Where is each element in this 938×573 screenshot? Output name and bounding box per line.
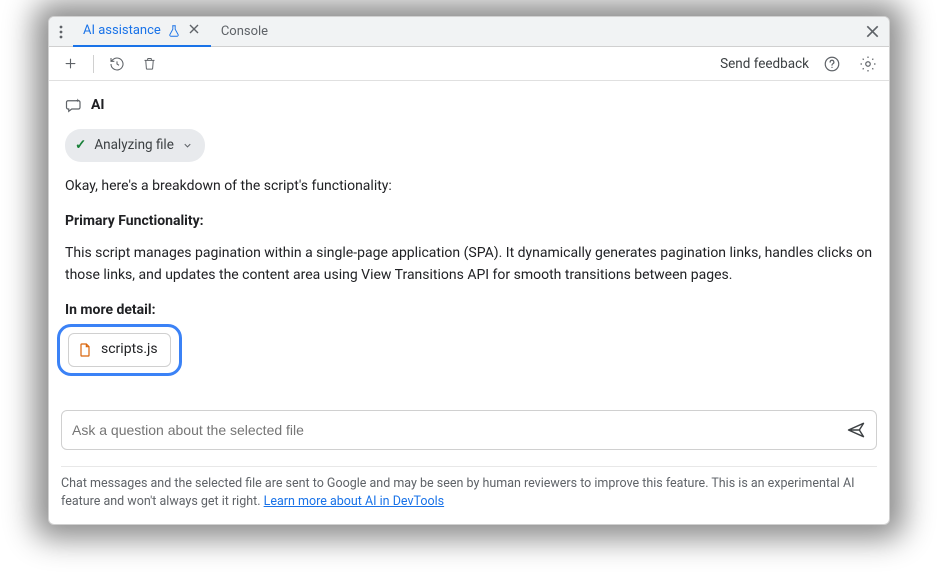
- selected-file-chip[interactable]: scripts.js: [68, 333, 171, 367]
- toolbar-left: [57, 51, 162, 77]
- send-button[interactable]: [846, 420, 866, 440]
- tabs-left: AI assistance Console: [49, 17, 855, 47]
- selected-file-highlight: scripts.js: [57, 324, 182, 376]
- body-text: This script manages pagination within a …: [65, 243, 873, 286]
- divider: [93, 55, 94, 73]
- section-heading: Primary Functionality:: [65, 211, 873, 233]
- help-icon: [823, 55, 841, 73]
- status-text: Analyzing file: [94, 135, 174, 156]
- chevron-down-icon: [182, 140, 193, 151]
- send-feedback-link[interactable]: Send feedback: [720, 56, 809, 72]
- trash-icon: [142, 56, 157, 71]
- tab-label: AI assistance: [83, 23, 161, 38]
- learn-more-link[interactable]: Learn more about AI in DevTools: [264, 494, 444, 509]
- divider: [61, 466, 877, 467]
- close-tab-button[interactable]: [187, 23, 201, 38]
- history-button[interactable]: [104, 51, 130, 77]
- close-icon: [866, 25, 879, 38]
- history-icon: [109, 56, 125, 72]
- send-icon: [846, 420, 866, 440]
- chat-sparkle-icon: [65, 97, 83, 115]
- chat-content: AI ✓ Analyzing file Okay, here's a break…: [49, 81, 889, 404]
- file-name: scripts.js: [101, 339, 158, 361]
- tab-label: Console: [221, 24, 268, 39]
- disclaimer-footer: Chat messages and the selected file are …: [49, 458, 889, 525]
- section-heading: In more detail:: [65, 300, 873, 322]
- delete-button[interactable]: [136, 51, 162, 77]
- devtools-panel: AI assistance Console: [48, 16, 890, 525]
- ai-header: AI: [65, 95, 873, 117]
- flask-icon: [167, 24, 181, 38]
- check-icon: ✓: [75, 135, 86, 156]
- more-tabs-button[interactable]: [49, 17, 73, 47]
- status-pill[interactable]: ✓ Analyzing file: [65, 129, 205, 162]
- tab-console[interactable]: Console: [211, 17, 278, 47]
- settings-button[interactable]: [855, 51, 881, 77]
- plus-icon: [63, 56, 78, 71]
- tabs-bar: AI assistance Console: [49, 17, 889, 47]
- gear-icon: [859, 55, 877, 73]
- toolbar: Send feedback: [49, 47, 889, 81]
- ai-title: AI: [91, 95, 105, 117]
- toolbar-right: Send feedback: [720, 51, 881, 77]
- new-chat-button[interactable]: [57, 51, 83, 77]
- file-icon: [77, 342, 93, 358]
- close-panel-button[interactable]: [855, 17, 889, 47]
- intro-text: Okay, here's a breakdown of the script's…: [65, 176, 873, 198]
- kebab-icon: [59, 25, 63, 39]
- chat-input[interactable]: [72, 422, 846, 438]
- help-button[interactable]: [819, 51, 845, 77]
- close-icon: [189, 24, 199, 34]
- disclaimer-text: Chat messages and the selected file are …: [61, 476, 855, 510]
- chat-input-row: [61, 410, 877, 450]
- tab-ai-assistance[interactable]: AI assistance: [73, 17, 211, 47]
